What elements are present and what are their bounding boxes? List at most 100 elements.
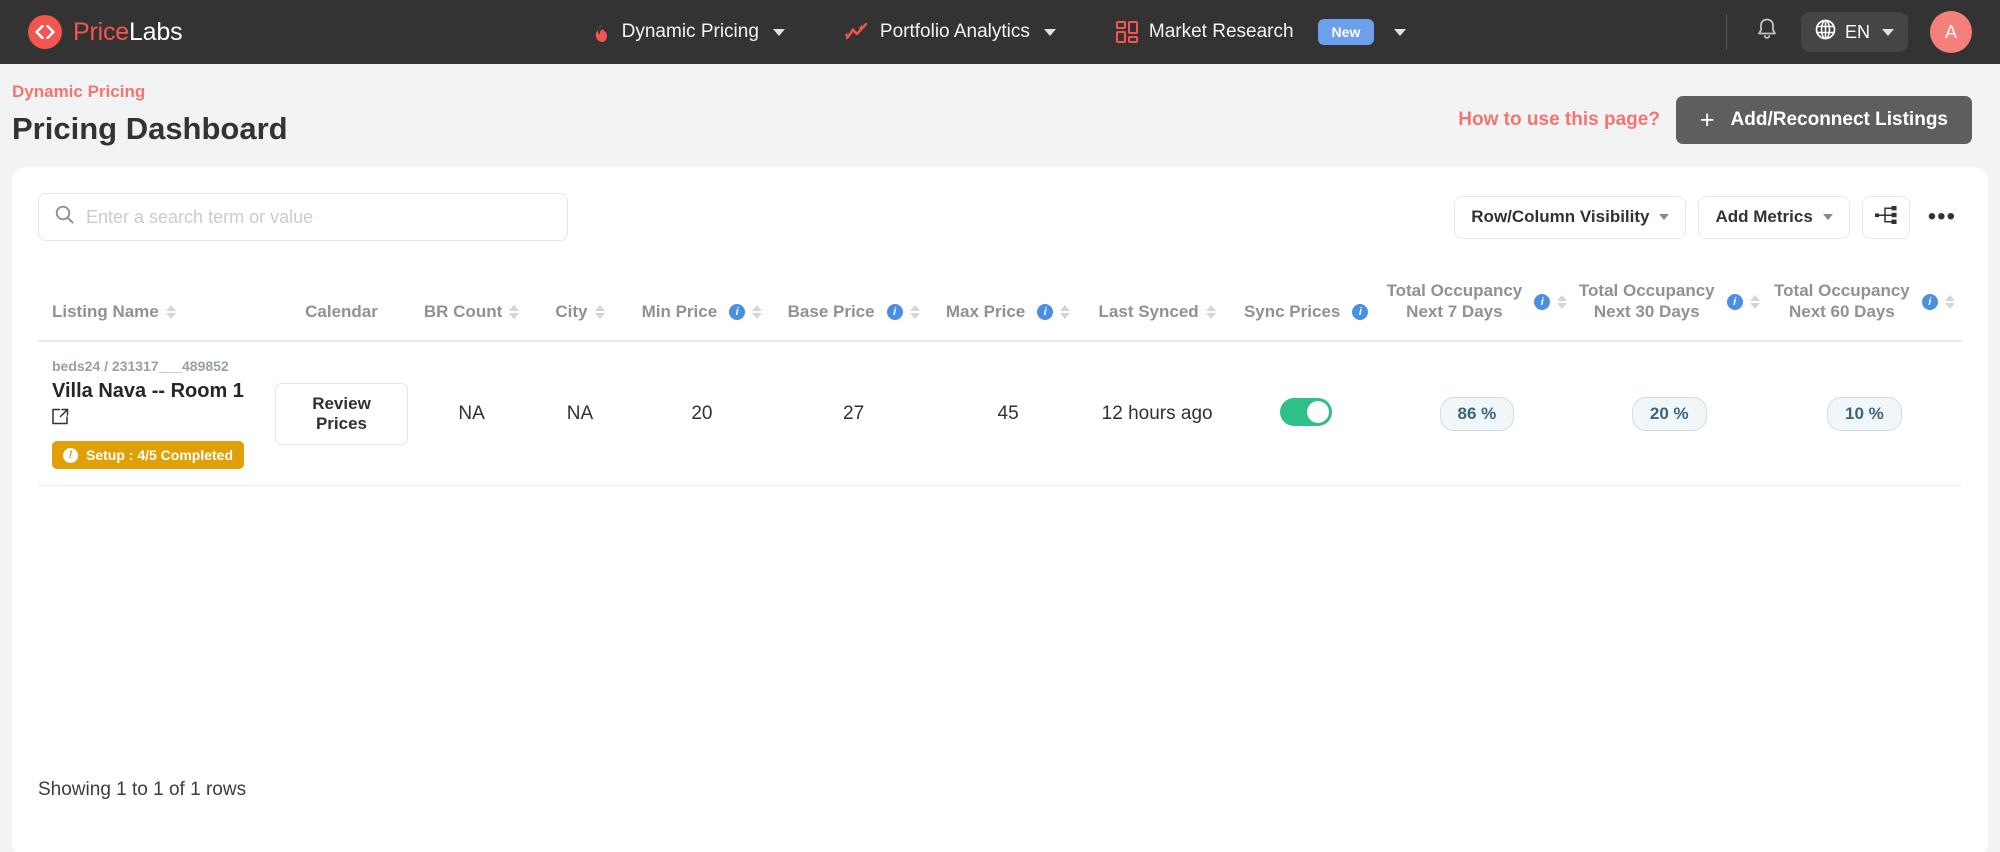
- globe-icon: [1815, 19, 1836, 45]
- info-icon[interactable]: i: [886, 304, 903, 321]
- listings-table: Listing Name Calendar BR Count City Min …: [38, 271, 1962, 487]
- column-header-calendar-label: Calendar: [305, 301, 378, 321]
- brand-name-rest: Labs: [128, 17, 183, 46]
- setup-status-badge[interactable]: ! Setup : 4/5 Completed: [52, 441, 245, 470]
- occupancy-30-pill: 20 %: [1631, 396, 1707, 431]
- chevron-down-icon[interactable]: [1043, 28, 1056, 36]
- sort-toggle-icon[interactable]: [1060, 305, 1071, 320]
- flame-icon: [594, 21, 611, 43]
- search-input[interactable]: [86, 206, 551, 228]
- column-header-city[interactable]: City: [531, 271, 629, 343]
- more-options-button[interactable]: •••: [1922, 204, 1962, 229]
- table-header-row: Listing Name Calendar BR Count City Min …: [38, 271, 1962, 343]
- occupancy-60-pill: 10 %: [1827, 396, 1902, 431]
- breadcrumb[interactable]: Dynamic Pricing: [12, 82, 288, 102]
- column-header-last-synced-label: Last Synced: [1098, 301, 1199, 321]
- add-reconnect-listings-button[interactable]: + Add/Reconnect Listings: [1675, 96, 1972, 144]
- cell-min-price[interactable]: 20: [628, 341, 776, 487]
- nav-item-dynamic-pricing-label: Dynamic Pricing: [621, 21, 759, 42]
- review-prices-button[interactable]: Review Prices: [275, 382, 408, 445]
- column-header-total-occupancy-7[interactable]: Total Occupancy Next 7 Days i: [1382, 271, 1572, 343]
- navbar-center-group: Dynamic Pricing Portfolio Analytics Mark…: [0, 19, 2000, 45]
- pricing-dashboard-card: Row/Column Visibility Add Metrics: [12, 167, 1988, 852]
- row-column-visibility-button[interactable]: Row/Column Visibility: [1454, 195, 1687, 239]
- column-header-calendar: Calendar: [271, 271, 412, 343]
- nav-item-portfolio-analytics[interactable]: Portfolio Analytics: [844, 21, 1056, 43]
- search-box[interactable]: [38, 193, 568, 241]
- info-icon[interactable]: i: [1534, 293, 1551, 310]
- page-header: Dynamic Pricing Pricing Dashboard How to…: [0, 64, 2000, 157]
- nav-item-market-research-label: Market Research: [1148, 21, 1294, 42]
- column-header-max-price[interactable]: Max Price i: [932, 271, 1084, 343]
- grid-squares-icon: [1115, 21, 1138, 43]
- chevron-down-icon[interactable]: [1394, 28, 1407, 36]
- listing-name[interactable]: Villa Nava -- Room 1: [52, 379, 267, 404]
- sort-toggle-icon[interactable]: [509, 305, 520, 320]
- add-reconnect-listings-label: Add/Reconnect Listings: [1730, 109, 1948, 130]
- table-row-count: Showing 1 to 1 of 1 rows: [38, 779, 247, 800]
- column-header-total-occupancy-60[interactable]: Total Occupancy Next 60 Days i: [1766, 271, 1962, 343]
- notifications-bell-icon[interactable]: [1755, 17, 1779, 48]
- column-header-min-price-label: Min Price: [641, 301, 718, 321]
- table-header: Listing Name Calendar BR Count City Min …: [38, 271, 1962, 343]
- brand-name: PriceLabs: [73, 17, 183, 47]
- cell-city: NA: [531, 341, 629, 487]
- info-icon[interactable]: i: [1726, 293, 1743, 310]
- navbar-divider: [1725, 14, 1727, 50]
- sort-toggle-icon[interactable]: [1749, 294, 1760, 309]
- listing-source: beds24 / 231317___489852: [52, 358, 229, 375]
- setup-status-label: Setup : 4/5 Completed: [86, 447, 234, 464]
- column-header-total-occupancy-30[interactable]: Total Occupancy Next 30 Days i: [1571, 271, 1767, 343]
- sort-toggle-icon[interactable]: [1205, 305, 1216, 320]
- how-to-use-link[interactable]: How to use this page?: [1458, 109, 1660, 131]
- sort-toggle-icon[interactable]: [594, 305, 605, 320]
- plus-icon: +: [1699, 105, 1715, 134]
- table-toolbar: Row/Column Visibility Add Metrics: [38, 193, 1962, 241]
- column-header-min-price[interactable]: Min Price i: [628, 271, 776, 343]
- cell-br-count: NA: [411, 341, 532, 487]
- column-header-total-occupancy-7-label: Total Occupancy Next 7 Days: [1386, 281, 1523, 321]
- table-toolbar-actions: Row/Column Visibility Add Metrics •••: [1454, 195, 1962, 239]
- info-icon[interactable]: i: [1037, 304, 1054, 321]
- table-body: beds24 / 231317___489852 Villa Nava -- R…: [38, 341, 1962, 487]
- cell-sync-prices: [1230, 341, 1383, 487]
- sort-toggle-icon[interactable]: [1557, 294, 1568, 309]
- column-header-base-price[interactable]: Base Price i: [775, 271, 933, 343]
- language-label: EN: [1844, 21, 1870, 42]
- column-header-total-occupancy-60-label: Total Occupancy Next 60 Days: [1774, 281, 1910, 321]
- nav-item-dynamic-pricing[interactable]: Dynamic Pricing: [594, 21, 785, 43]
- sort-toggle-icon[interactable]: [1944, 294, 1955, 309]
- info-icon[interactable]: i: [1921, 293, 1938, 310]
- nav-item-portfolio-analytics-label: Portfolio Analytics: [879, 21, 1030, 42]
- sort-toggle-icon[interactable]: [909, 305, 920, 320]
- column-header-br-count-label: BR Count: [423, 301, 503, 321]
- trend-up-icon: [844, 21, 869, 43]
- nav-item-market-research[interactable]: Market Research New: [1115, 19, 1407, 45]
- column-header-br-count[interactable]: BR Count: [411, 271, 532, 343]
- chevron-down-icon: [1659, 214, 1670, 220]
- page-title: Pricing Dashboard: [12, 111, 288, 146]
- chevron-down-icon[interactable]: [772, 28, 785, 36]
- column-header-last-synced[interactable]: Last Synced: [1083, 271, 1231, 343]
- info-icon[interactable]: i: [729, 304, 746, 321]
- column-header-city-label: City: [555, 301, 588, 321]
- navbar-right-group: EN A: [1725, 11, 1972, 53]
- column-header-sync-prices: Sync Prices i: [1230, 271, 1383, 343]
- sort-toggle-icon[interactable]: [165, 305, 176, 320]
- cell-max-price[interactable]: 45: [932, 341, 1084, 487]
- external-link-icon[interactable]: [52, 408, 69, 431]
- search-icon: [55, 205, 74, 229]
- info-icon[interactable]: i: [1352, 304, 1369, 321]
- sort-toggle-icon[interactable]: [752, 305, 763, 320]
- column-header-sync-prices-label: Sync Prices: [1243, 301, 1341, 321]
- add-metrics-button[interactable]: Add Metrics: [1698, 195, 1850, 239]
- cell-base-price[interactable]: 27: [775, 341, 933, 487]
- chevron-down-icon: [1882, 28, 1894, 36]
- language-selector[interactable]: EN: [1800, 12, 1908, 52]
- column-header-listing-name[interactable]: Listing Name: [38, 271, 272, 343]
- brand-logo[interactable]: PriceLabs: [28, 15, 183, 49]
- group-hierarchy-button[interactable]: [1861, 195, 1910, 239]
- avatar[interactable]: A: [1930, 11, 1972, 53]
- sync-prices-toggle[interactable]: [1280, 398, 1333, 427]
- page-header-actions: How to use this page? + Add/Reconnect Li…: [1458, 82, 1972, 144]
